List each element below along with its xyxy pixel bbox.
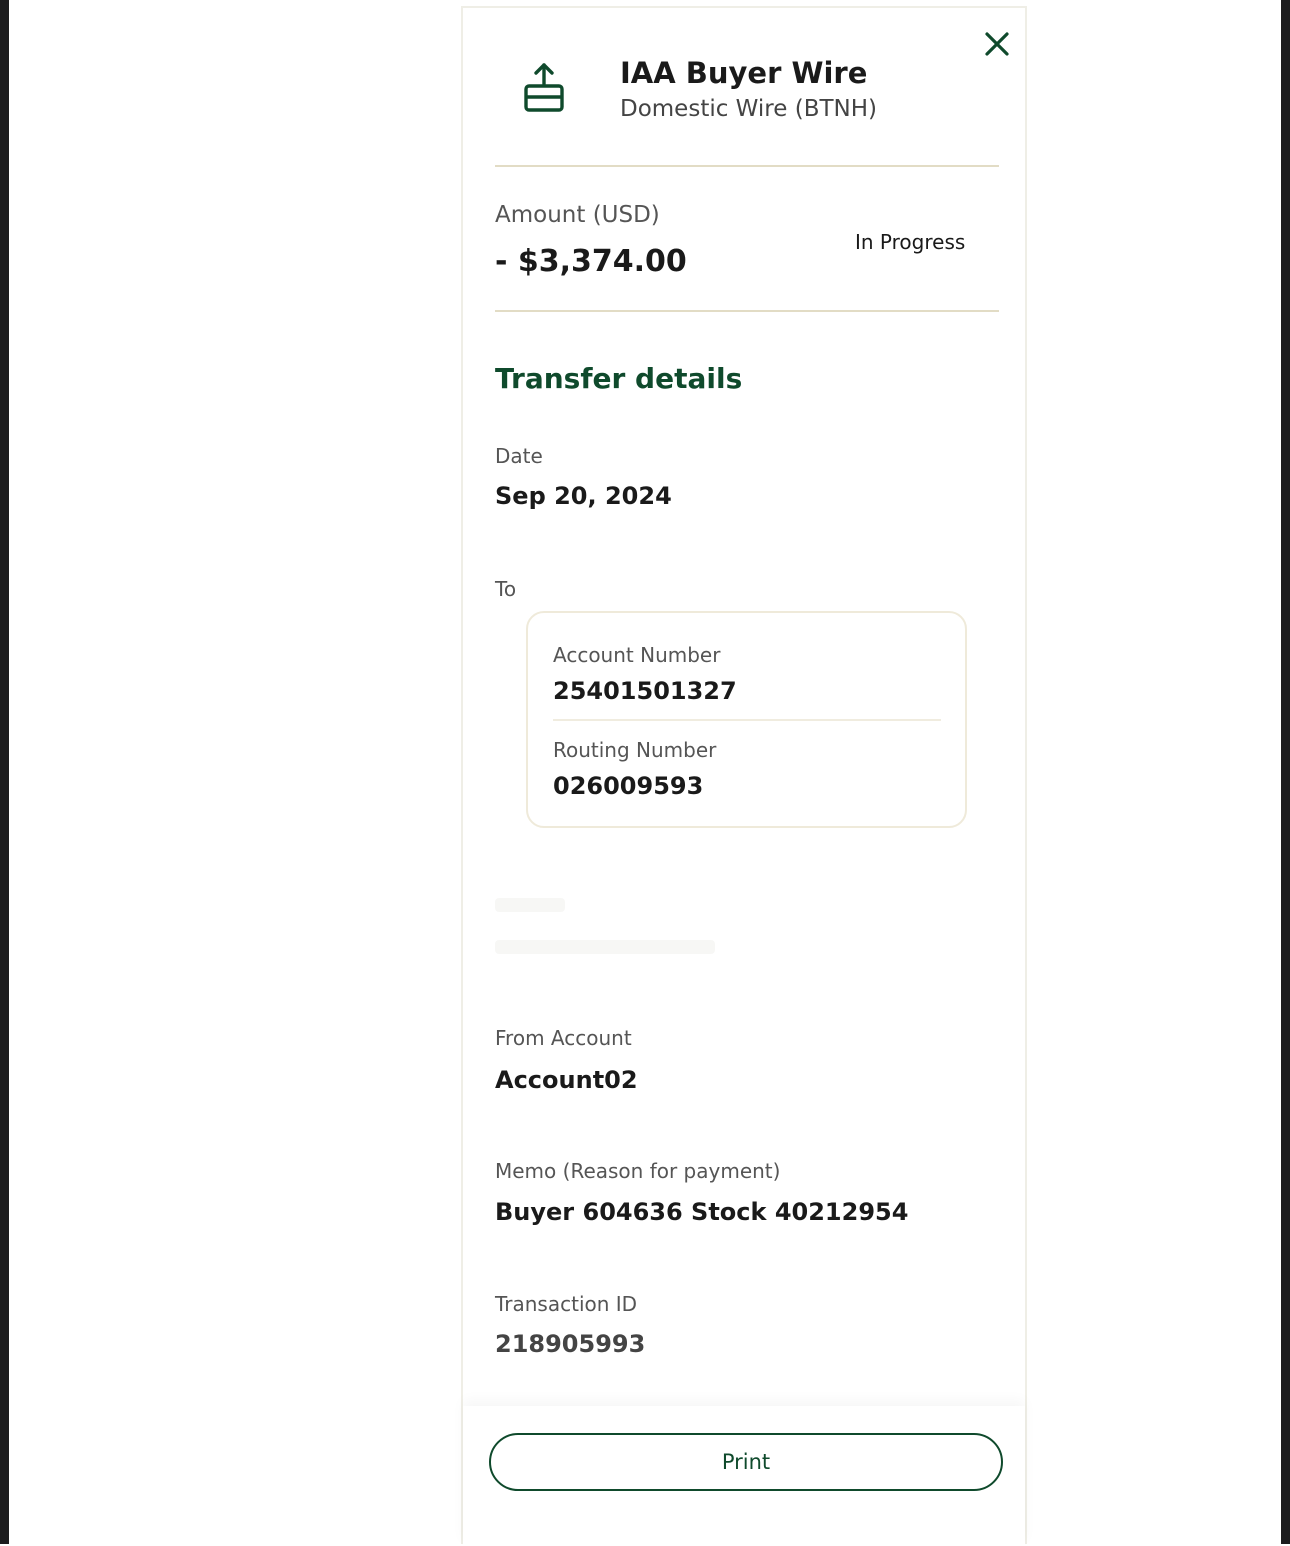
to-label: To (495, 577, 517, 601)
divider (495, 310, 999, 312)
window-frame-left (0, 0, 9, 1544)
amount-label: Amount (USD) (495, 202, 660, 228)
close-icon (985, 32, 1009, 56)
transfer-title: IAA Buyer Wire (620, 56, 868, 90)
divider (495, 165, 999, 167)
status-badge: In Progress (855, 230, 966, 254)
footer-bar: Print (463, 1406, 1025, 1546)
close-button[interactable] (979, 26, 1015, 62)
print-button[interactable]: Print (489, 1433, 1003, 1491)
card-divider (553, 719, 941, 721)
memo-value: Buyer 604636 Stock 40212954 (495, 1198, 909, 1226)
window-frame-right (1281, 0, 1290, 1544)
date-label: Date (495, 444, 543, 468)
memo-label: Memo (Reason for payment) (495, 1159, 781, 1183)
account-number-value: 25401501327 (553, 677, 737, 705)
from-account-label: From Account (495, 1026, 632, 1050)
routing-number-value: 026009593 (553, 772, 704, 800)
transfer-type: Domestic Wire (BTNH) (620, 96, 877, 122)
section-title: Transfer details (495, 362, 743, 395)
amount-value: - $3,374.00 (495, 244, 687, 279)
routing-number-label: Routing Number (553, 738, 717, 762)
recipient-card: Account Number 25401501327 Routing Numbe… (526, 611, 967, 828)
transfer-detail-panel: IAA Buyer Wire Domestic Wire (BTNH) Amou… (461, 6, 1027, 1546)
transaction-id-label: Transaction ID (495, 1292, 638, 1316)
faded-field-placeholder (495, 896, 735, 966)
date-value: Sep 20, 2024 (495, 482, 672, 510)
account-number-label: Account Number (553, 643, 721, 667)
from-account-value: Account02 (495, 1066, 638, 1094)
transfer-upload-icon (521, 62, 567, 114)
transaction-id-value: 218905993 (495, 1330, 646, 1358)
